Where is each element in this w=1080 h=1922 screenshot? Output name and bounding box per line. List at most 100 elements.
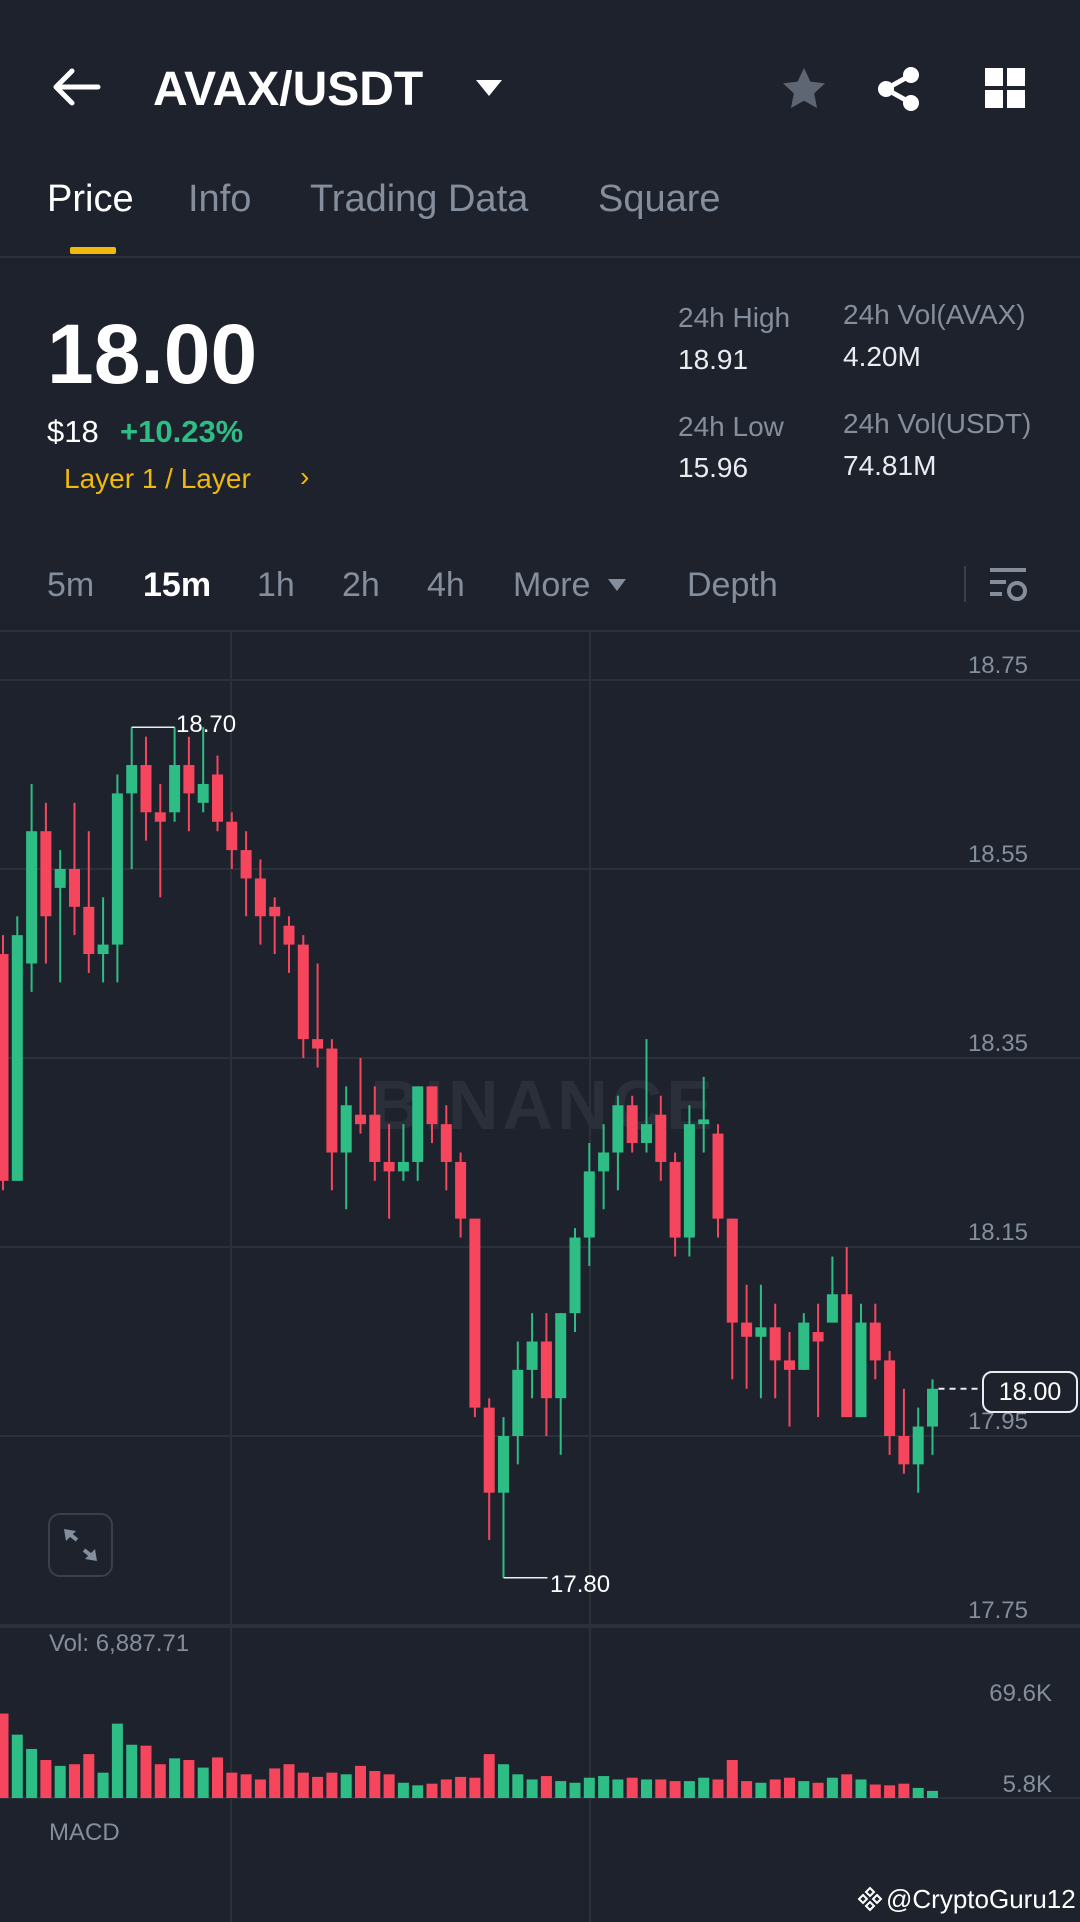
volume-bar (641, 1779, 652, 1798)
candle-body (884, 1360, 896, 1436)
volume-label: Vol: 6,887.71 (49, 1630, 190, 1657)
candle-body (83, 906, 95, 955)
candle-body (483, 1407, 495, 1493)
volume-bar (297, 1772, 309, 1798)
volume-bar (283, 1764, 295, 1798)
price-tick: 18.55 (967, 841, 1028, 868)
price-tick: 18.75 (967, 652, 1028, 679)
candle-body (69, 869, 80, 907)
volume-bar (912, 1787, 924, 1798)
volume-bar (712, 1779, 724, 1798)
volume-bar (526, 1779, 538, 1798)
candle-body (569, 1237, 581, 1314)
volume-bar (369, 1771, 381, 1798)
volume-bar (555, 1781, 567, 1798)
volume-bar (126, 1744, 138, 1798)
candle-body (755, 1327, 767, 1337)
candle-body (426, 1086, 438, 1125)
candle-body (812, 1332, 824, 1342)
candle-body (898, 1436, 910, 1465)
volume-bar (26, 1748, 38, 1798)
volume-bar (869, 1784, 881, 1798)
candle-body (40, 831, 52, 917)
volume-bar (683, 1781, 695, 1798)
candle-body (383, 1161, 395, 1172)
volume-bar (884, 1785, 896, 1798)
volume-bar (254, 1779, 266, 1798)
volume-bar (340, 1774, 352, 1798)
candle-body (869, 1322, 881, 1361)
candle-body (583, 1171, 595, 1238)
volume-bar (412, 1785, 424, 1798)
volume-bar (784, 1777, 795, 1798)
volume-bar (483, 1754, 495, 1798)
volume-bar (583, 1777, 595, 1798)
watermark-handle: @CryptoGuru12 (886, 1884, 1076, 1914)
volume-bar (183, 1759, 195, 1798)
high-marker-label: 18.70 (176, 711, 237, 738)
volume-bar (927, 1790, 938, 1798)
volume-bar (240, 1774, 252, 1798)
candle-body (741, 1322, 753, 1337)
candle-body (555, 1313, 567, 1399)
candle-body (240, 850, 252, 879)
candle-body (340, 1105, 352, 1153)
fullscreen-button[interactable] (48, 1513, 113, 1577)
volume-bar (598, 1776, 610, 1798)
volume-bar (426, 1783, 438, 1798)
volume-bar (841, 1774, 853, 1798)
price-tick: 18.35 (967, 1030, 1028, 1057)
volume-bar (383, 1774, 395, 1798)
volume-bar (498, 1764, 509, 1798)
candle-body (226, 821, 238, 851)
candle-body (641, 1124, 652, 1144)
candle-body (283, 925, 295, 945)
candle-body (712, 1133, 724, 1219)
candle-body (726, 1218, 738, 1323)
volume-bar (741, 1781, 753, 1798)
volume-bar (540, 1776, 552, 1798)
binance-logo-icon (857, 1886, 883, 1917)
volume-bar (569, 1782, 581, 1798)
volume-tick: 5.8K (1002, 1771, 1052, 1798)
volume-bar (612, 1779, 624, 1798)
candle-body (397, 1161, 409, 1172)
candle-body (111, 793, 123, 945)
volume-bar (798, 1781, 810, 1798)
volume-bar (698, 1777, 710, 1798)
candle-body (269, 906, 281, 917)
volume-bar (769, 1779, 781, 1798)
volume-bar (312, 1776, 324, 1798)
candle-body (297, 944, 309, 1040)
macd-label: MACD (49, 1819, 120, 1846)
candle-body (0, 954, 9, 1181)
candle-body (841, 1294, 853, 1418)
candle-body (54, 869, 66, 888)
candle-body (326, 1048, 338, 1153)
candle-body (455, 1161, 467, 1219)
volume-bar (626, 1777, 638, 1798)
candle-body (412, 1086, 424, 1162)
candle-body (169, 765, 181, 813)
candle-body (598, 1152, 610, 1172)
volume-bar (669, 1781, 681, 1798)
candle-body (126, 765, 138, 794)
volume-bar (855, 1779, 867, 1798)
volume-bar (197, 1767, 209, 1798)
candle-body (698, 1119, 710, 1125)
volume-bar (826, 1777, 838, 1798)
volume-bar (97, 1772, 109, 1798)
volume-bar (0, 1713, 9, 1798)
candle-body (683, 1124, 695, 1238)
candle-body (826, 1294, 838, 1323)
candle-body (784, 1360, 795, 1370)
price-tick: 17.75 (967, 1597, 1028, 1624)
candle-body (312, 1039, 324, 1049)
candle-body (97, 944, 109, 955)
volume-bar (812, 1782, 824, 1798)
volume-tick: 69.6K (989, 1680, 1052, 1707)
candle-body (626, 1105, 638, 1144)
last-price-label: 18.00 (982, 1371, 1078, 1413)
volume-bar (154, 1764, 166, 1798)
candle-body (11, 935, 23, 1181)
